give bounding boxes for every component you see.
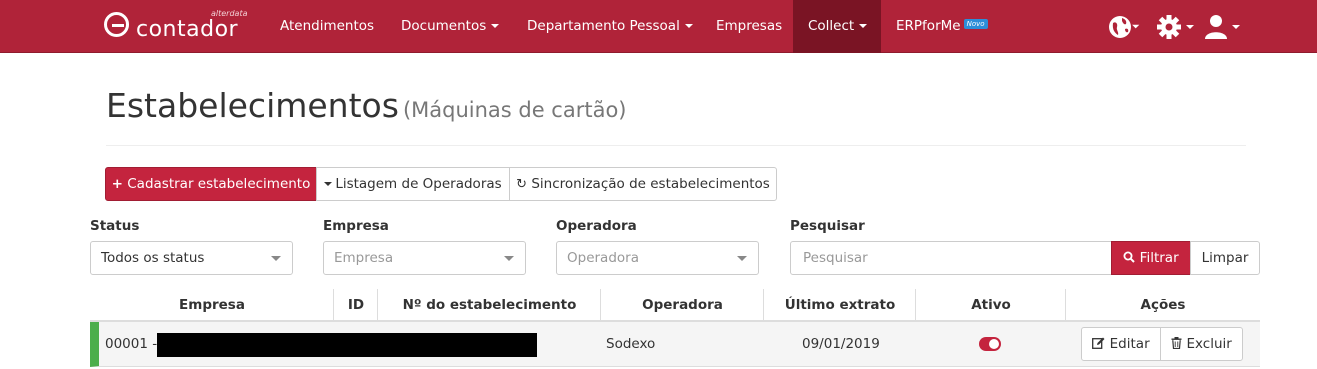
column-header-last-statement: Último extrato [763,289,916,321]
page-title: Estabelecimentos (Máquinas de cartão) [106,86,627,125]
page-title-text: Estabelecimentos [106,86,399,125]
caret-down-icon [491,24,500,28]
refresh-icon: ↻ [516,177,528,192]
logo-e-icon [104,12,129,37]
filter-button[interactable]: Filtrar [1111,241,1191,275]
new-badge: Novo [963,19,988,29]
add-establishment-label: Cadastrar estabelecimento [127,176,311,192]
language-menu[interactable] [1108,14,1144,40]
edit-button-label: Editar [1109,336,1150,352]
search-icon [1123,250,1139,266]
clear-button[interactable]: Limpar [1190,241,1260,275]
caret-down-icon [684,24,693,28]
page-subtitle: (Máquinas de cartão) [402,98,627,122]
nav-item-label: Collect [808,18,855,34]
operadora-filter-label: Operadora [556,218,637,234]
empresa-filter-label: Empresa [323,218,389,234]
caret-down-icon [324,182,333,186]
trash-icon [1171,336,1186,352]
column-header-empresa: Empresa [179,297,245,313]
redacted-block [157,333,537,357]
brand-name: contador [136,17,239,42]
caret-down-icon [737,256,747,261]
column-header-establishment-number: Nº do estabelecimento [377,289,601,321]
search-input[interactable]: Pesquisar [790,241,1112,275]
pesquisar-filter-label: Pesquisar [790,218,865,234]
gear-icon [1157,15,1194,39]
brand-logo[interactable]: alterdata contador [104,9,254,45]
plus-icon: + [111,176,123,192]
sync-establishments-label: Sincronização de estabelecimentos [531,176,770,192]
operadora-select-placeholder: Operadora [567,250,639,266]
caret-down-icon [504,256,514,261]
nav-item-label: Departamento Pessoal [527,18,680,34]
column-header-active: Ativo [915,289,1066,321]
cell-empresa: 00001 - [105,336,158,352]
edit-button[interactable]: Editar [1081,327,1161,361]
user-menu[interactable] [1205,14,1245,40]
nav-item-erpforme[interactable]: ERPforMe Novo [881,0,1003,53]
column-header-actions: Ações [1065,289,1260,321]
nav-item-empresas[interactable]: Empresas [701,0,797,53]
nav-item-departamento-pessoal[interactable]: Departamento Pessoal [512,0,708,53]
status-filter-label: Status [90,218,140,234]
edit-icon [1092,336,1109,352]
nav-item-documentos[interactable]: Documentos [386,0,514,53]
globe-icon [1109,16,1140,38]
cell-operadora: Sodexo [606,336,656,352]
empresa-select-placeholder: Empresa [334,250,394,266]
column-header-operadora: Operadora [600,289,764,321]
operators-list-button[interactable]: Listagem de Operadoras [316,167,510,201]
status-select-value: Todos os status [101,250,205,266]
nav-item-label: Atendimentos [280,18,375,34]
nav-item-label: ERPforMe [896,18,961,34]
toggle-knob [989,339,999,349]
user-icon [1205,15,1240,39]
delete-button-label: Excluir [1186,336,1232,352]
clear-button-label: Limpar [1201,250,1249,266]
active-toggle[interactable] [979,337,1001,351]
nav-item-collect[interactable]: Collect [793,0,881,53]
header-divider [106,145,1246,146]
add-establishment-button[interactable]: + Cadastrar estabelecimento [105,167,317,201]
operadora-select[interactable]: Operadora [556,241,759,275]
caret-down-icon [271,256,281,261]
column-header-id: ID [333,289,378,321]
status-select[interactable]: Todos os status [90,241,293,275]
operators-list-label: Listagem de Operadoras [335,176,502,192]
nav-item-label: Documentos [401,18,487,34]
filter-button-label: Filtrar [1139,250,1179,266]
search-placeholder: Pesquisar [803,250,868,266]
caret-down-icon [859,24,868,28]
settings-menu[interactable] [1156,14,1198,40]
sync-establishments-button[interactable]: ↻ Sincronização de estabelecimentos [509,167,777,201]
delete-button[interactable]: Excluir [1160,327,1243,361]
empresa-select[interactable]: Empresa [323,241,526,275]
nav-item-label: Empresas [716,18,783,34]
nav-item-atendimentos[interactable]: Atendimentos [265,0,389,53]
cell-last-statement: 09/01/2019 [802,336,880,352]
top-navbar: alterdata contador Atendimentos Document… [0,0,1317,53]
